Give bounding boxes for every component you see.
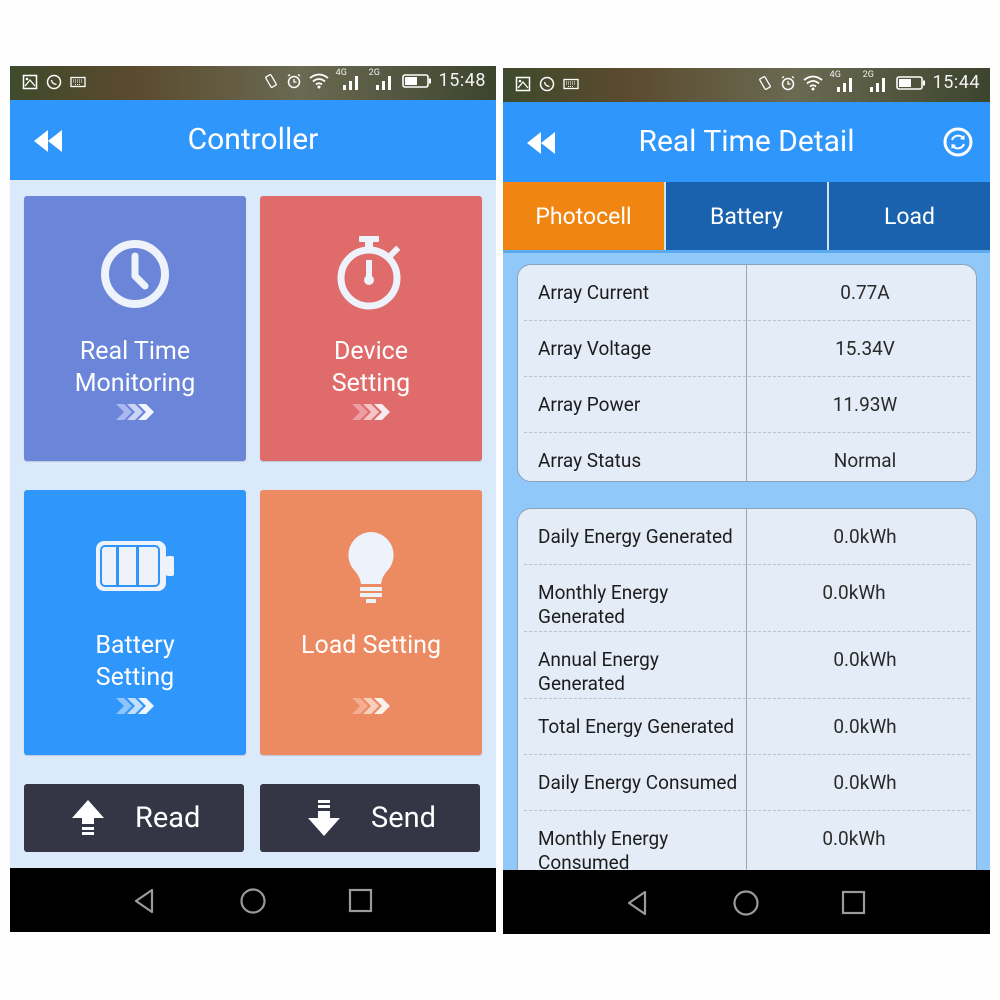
row-label: Array Status xyxy=(538,449,642,472)
signal-2g-icon: 2G xyxy=(863,70,889,93)
upload-arrow-icon xyxy=(72,800,104,835)
alarm-icon xyxy=(781,75,795,90)
table-row: Monthly Energy Generated 0.0kWh xyxy=(524,565,970,632)
tile-label-line2: Setting xyxy=(95,663,175,692)
tile-label-line2: Monitoring xyxy=(74,369,196,398)
row-label: Array Power xyxy=(538,393,641,416)
table-row: Total Energy Generated 0.0kWh xyxy=(524,699,970,755)
row-value: 0.0kWh xyxy=(833,525,897,548)
recents-nav-icon[interactable] xyxy=(346,886,376,916)
battery-setting-tile[interactable]: Battery Setting xyxy=(24,490,246,755)
row-value: 0.0kWh xyxy=(833,648,897,671)
table-row: Daily Energy Generated 0.0kWh xyxy=(524,509,970,565)
signal-4g-icon: 4G xyxy=(336,68,362,91)
table-row: Array Power 11.93W xyxy=(524,377,970,433)
status-time: 15:44 xyxy=(932,72,980,93)
home-nav-icon[interactable] xyxy=(238,886,268,916)
row-label: Monthly Energy Consumed xyxy=(538,827,669,874)
row-value: 0.77A xyxy=(840,281,890,304)
image-icon xyxy=(22,74,38,90)
array-table: Array Current 0.77A Array Voltage 15.34V A… xyxy=(517,264,977,482)
row-label: Daily Energy Consumed xyxy=(538,771,738,794)
wifi-icon xyxy=(309,73,329,88)
chevrons-right-icon xyxy=(116,698,154,714)
tile-label-line1: Real Time xyxy=(79,337,191,366)
read-label: Read xyxy=(135,801,201,835)
row-label: Array Voltage xyxy=(538,337,652,360)
row-label: Daily Energy Generated xyxy=(538,525,733,548)
row-label: Array Current xyxy=(538,281,650,304)
row-value: 15.34V xyxy=(835,337,895,360)
row-value: 0.0kWh xyxy=(833,715,897,738)
recents-nav-icon[interactable] xyxy=(839,888,869,918)
home-nav-icon[interactable] xyxy=(731,888,761,918)
download-arrow-icon xyxy=(308,800,340,836)
wifi-icon xyxy=(803,75,823,90)
table-row: Array Current 0.77A xyxy=(524,265,970,321)
row-value: 11.93W xyxy=(832,393,898,416)
send-label: Send xyxy=(371,801,436,835)
whatsapp-icon xyxy=(46,74,62,90)
row-value: 0.0kWh xyxy=(822,827,886,850)
row-label: Annual Energy Generated xyxy=(538,648,659,695)
row-value: 0.0kWh xyxy=(822,581,886,604)
controller-screen: 4G 2G 15:48 Controller Real Time Monitor… xyxy=(10,66,496,932)
load-setting-tile[interactable]: Load Setting xyxy=(260,490,482,755)
tab-divider xyxy=(503,250,990,253)
chevrons-right-icon xyxy=(352,698,390,714)
status-time: 15:48 xyxy=(438,70,486,91)
keyboard-icon xyxy=(70,76,86,88)
navigation-bar xyxy=(10,868,496,932)
signal-4g-icon: 4G xyxy=(830,70,856,93)
page-title: Controller xyxy=(187,122,319,157)
tile-label-line1: Battery xyxy=(95,631,175,660)
row-label: Total Energy Generated xyxy=(538,715,735,738)
app-bar: Controller xyxy=(10,100,496,180)
status-bar: 4G 2G 15:48 xyxy=(10,66,496,100)
tile-label-line1: Device xyxy=(333,337,409,366)
energy-table: Daily Energy Generated 0.0kWh Monthly Ene… xyxy=(517,508,977,929)
back-nav-icon[interactable] xyxy=(623,888,653,918)
real-time-monitoring-tile[interactable]: Real Time Monitoring xyxy=(24,196,246,461)
tab-battery[interactable]: Battery xyxy=(664,182,827,250)
tab-photocell[interactable]: Photocell xyxy=(503,182,664,250)
keyboard-icon xyxy=(563,78,579,90)
navigation-bar xyxy=(503,870,990,934)
battery-status-icon xyxy=(401,73,431,88)
table-row: Monthly Energy Consumed 0.0kWh xyxy=(524,811,970,877)
table-row: Daily Energy Consumed 0.0kWh xyxy=(524,755,970,811)
chevrons-right-icon xyxy=(352,404,390,420)
clock-icon xyxy=(101,240,169,308)
chevrons-right-icon xyxy=(116,404,154,420)
lightbulb-icon xyxy=(348,532,394,603)
app-bar: Real Time Detail xyxy=(503,102,990,182)
tab-load[interactable]: Load xyxy=(827,182,990,250)
stopwatch-icon xyxy=(337,236,401,310)
tile-label: Load Setting xyxy=(300,631,441,660)
real-time-detail-screen: 4G 2G 15:44 Real Time Detail Photocell B… xyxy=(503,68,990,934)
page-title: Real Time Detail xyxy=(638,124,855,159)
vibrate-icon xyxy=(264,73,277,88)
refresh-icon[interactable] xyxy=(942,126,974,158)
tile-label-line2: Setting xyxy=(331,369,411,398)
table-row: Array Status Normal xyxy=(524,433,970,481)
send-button[interactable]: Send xyxy=(260,784,480,852)
alarm-icon xyxy=(287,73,301,88)
read-button[interactable]: Read xyxy=(24,784,244,852)
tab-bar: Photocell Battery Load xyxy=(503,182,990,250)
battery-status-icon xyxy=(895,75,925,90)
row-value: Normal xyxy=(833,449,897,472)
whatsapp-icon xyxy=(539,76,555,92)
battery-icon xyxy=(96,541,174,591)
signal-2g-icon: 2G xyxy=(369,68,395,91)
device-setting-tile[interactable]: Device Setting xyxy=(260,196,482,461)
image-icon xyxy=(515,76,531,92)
status-bar: 4G 2G 15:44 xyxy=(503,68,990,102)
row-label: Monthly Energy Generated xyxy=(538,581,669,628)
back-nav-icon[interactable] xyxy=(130,886,160,916)
table-row: Array Voltage 15.34V xyxy=(524,321,970,377)
vibrate-icon xyxy=(758,75,771,90)
table-row: Annual Energy Generated 0.0kWh xyxy=(524,632,970,699)
row-value: 0.0kWh xyxy=(833,771,897,794)
